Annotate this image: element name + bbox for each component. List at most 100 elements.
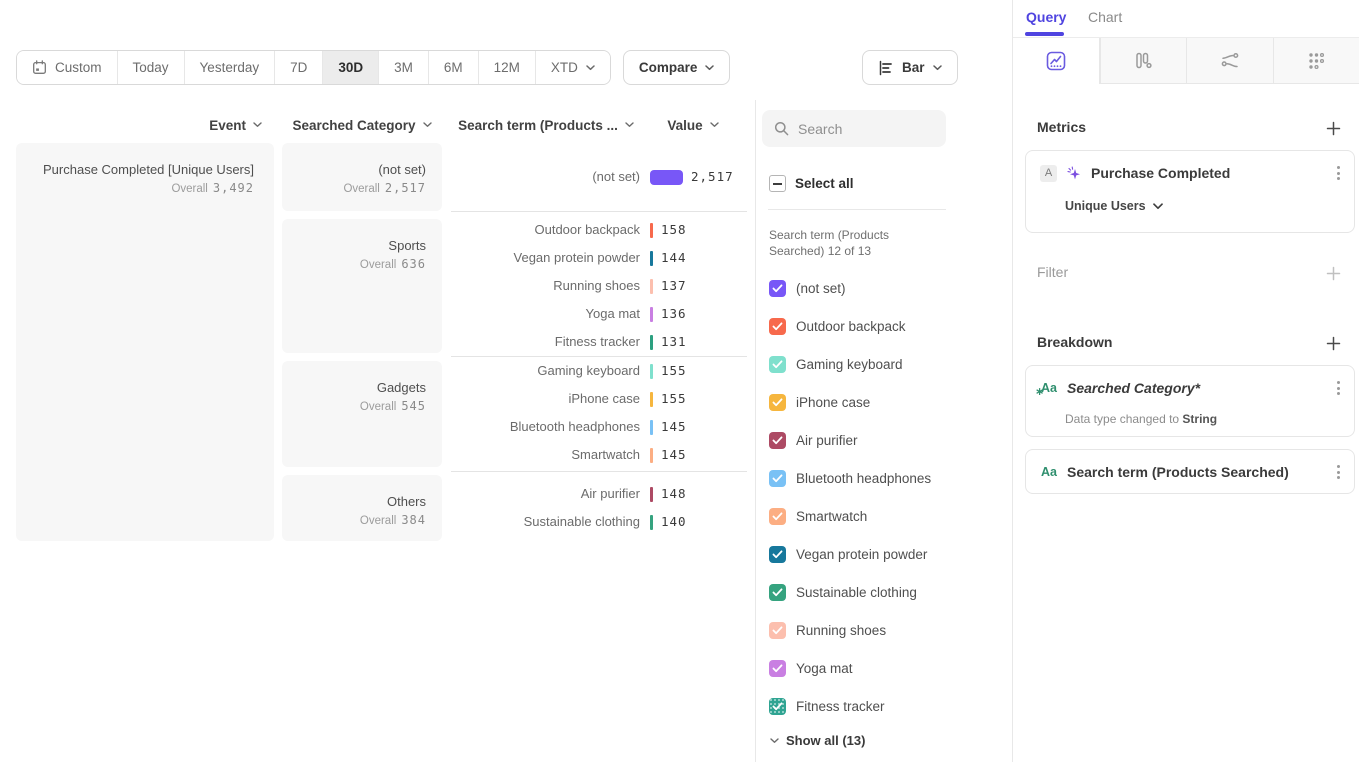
date-range-6m[interactable]: 6M (429, 51, 479, 84)
event-card[interactable]: Purchase Completed [Unique Users] Overal… (16, 143, 274, 541)
legend-item-checkbox[interactable]: Bluetooth headphones (769, 470, 931, 487)
breakdown-menu-button[interactable] (1335, 379, 1342, 397)
legend-item-checkbox[interactable]: Vegan protein powder (769, 546, 927, 563)
date-range-today[interactable]: Today (118, 51, 185, 84)
tab-query[interactable]: Query (1026, 9, 1066, 25)
tab-retention[interactable] (1273, 38, 1359, 84)
breakdown-card-search-term[interactable]: Aa Search term (Products Searched) (1025, 449, 1355, 494)
date-range-12m[interactable]: 12M (479, 51, 536, 84)
add-metric-button[interactable] (1324, 119, 1342, 137)
legend-item-label: Vegan protein powder (796, 547, 927, 562)
chart-type-dropdown[interactable]: Bar (862, 50, 958, 85)
breakdown-card-searched-category[interactable]: Aa∗ Searched Category* Data type changed… (1025, 365, 1355, 437)
column-header-search-term-label: Search term (Products ... (458, 118, 618, 133)
show-all-button[interactable]: Show all (13) (770, 733, 865, 748)
date-range-30d[interactable]: 30D (323, 51, 379, 84)
column-header-value[interactable]: Value (652, 116, 734, 134)
category-card[interactable]: OthersOverall384 (282, 475, 442, 541)
tab-insights[interactable] (1013, 38, 1100, 84)
value-number: 145 (661, 419, 687, 435)
checkbox-icon (769, 280, 786, 297)
value-bar[interactable] (650, 251, 653, 266)
chevron-down-icon (933, 65, 942, 71)
add-breakdown-button[interactable] (1324, 334, 1342, 352)
legend-item-label: Yoga mat (796, 661, 853, 676)
legend-item-checkbox[interactable]: (not set) (769, 280, 846, 297)
compare-button[interactable]: Compare (623, 50, 731, 85)
breakdown-heading: Breakdown (1037, 334, 1112, 350)
checkbox-icon (769, 698, 786, 715)
value-bar[interactable] (650, 420, 653, 435)
checkbox-icon (769, 584, 786, 601)
legend-item-checkbox[interactable]: Gaming keyboard (769, 356, 903, 373)
search-term-label: Air purifier (450, 485, 640, 503)
filter-heading: Filter (1037, 264, 1068, 280)
column-header-category[interactable]: Searched Category (282, 116, 442, 134)
value-bar[interactable] (650, 279, 653, 294)
breakdown-menu-button[interactable] (1335, 463, 1342, 481)
value-bar[interactable] (650, 515, 653, 530)
plus-icon (1326, 336, 1341, 351)
search-term-label: (not set) (450, 168, 640, 186)
search-term-label: iPhone case (450, 390, 640, 408)
category-card[interactable]: GadgetsOverall545 (282, 361, 442, 467)
date-range-xtd[interactable]: XTD (536, 51, 610, 84)
chevron-down-icon (625, 122, 634, 128)
value-bar[interactable] (650, 364, 653, 379)
value-bar[interactable] (650, 307, 653, 322)
legend-item-checkbox[interactable]: Sustainable clothing (769, 584, 917, 601)
value-bar[interactable] (650, 448, 653, 463)
legend-item-checkbox[interactable]: Smartwatch (769, 508, 867, 525)
date-range-3m[interactable]: 3M (379, 51, 429, 84)
column-header-search-term[interactable]: Search term (Products ... (450, 116, 642, 134)
value-bar[interactable] (650, 335, 653, 350)
value-bar[interactable] (650, 223, 653, 238)
legend-item-label: Fitness tracker (796, 699, 885, 714)
date-range-toolbar: Custom TodayYesterday7D30D 3M 6M 12M XTD Comp… (16, 50, 730, 85)
category-card[interactable]: (not set)Overall2,517 (282, 143, 442, 211)
tab-flows[interactable] (1186, 38, 1273, 84)
measure-label: Unique Users (1065, 199, 1146, 213)
date-range-label: Custom (55, 60, 102, 75)
value-bar[interactable] (650, 392, 653, 407)
legend-item-label: Air purifier (796, 433, 858, 448)
date-range-label: 3M (394, 60, 413, 75)
category-name: Others (292, 493, 426, 511)
checkbox-icon (769, 470, 786, 487)
metric-letter-badge: A (1040, 165, 1057, 182)
insights-icon (1045, 50, 1067, 72)
legend-item-checkbox[interactable]: Running shoes (769, 622, 886, 639)
value-bar[interactable] (650, 487, 653, 502)
value-number: 136 (661, 306, 687, 322)
legend-item-checkbox[interactable]: Yoga mat (769, 660, 853, 677)
tab-chart[interactable]: Chart (1088, 9, 1122, 25)
string-property-icon: Aa (1040, 465, 1058, 479)
date-range-custom[interactable]: Custom (17, 51, 118, 84)
add-filter-button[interactable] (1324, 264, 1342, 282)
breakdown-subtitle: Data type changed to String (1065, 412, 1217, 426)
checkbox-icon (769, 546, 786, 563)
legend-item-checkbox[interactable]: Air purifier (769, 432, 858, 449)
column-header-event[interactable]: Event (16, 116, 262, 134)
measure-dropdown[interactable]: Unique Users (1065, 199, 1163, 213)
legend-item-checkbox[interactable]: Outdoor backpack (769, 318, 906, 335)
legend-search (762, 110, 946, 147)
date-range-label: XTD (551, 60, 578, 75)
legend-item-checkbox[interactable]: Fitness tracker (769, 698, 885, 715)
date-range-7d[interactable]: 7D (275, 51, 323, 84)
select-all-checkbox[interactable]: Select all (769, 175, 854, 192)
metric-card[interactable]: A Purchase Completed Unique Users (1025, 150, 1355, 233)
chevron-down-icon (710, 122, 719, 128)
tab-funnels[interactable] (1100, 38, 1187, 84)
date-range-yesterday[interactable]: Yesterday (185, 51, 276, 84)
date-range-label: 12M (494, 60, 520, 75)
search-input[interactable] (798, 121, 928, 137)
metric-menu-button[interactable] (1335, 164, 1342, 182)
search-term-label: Sustainable clothing (450, 513, 640, 531)
category-card[interactable]: SportsOverall636 (282, 219, 442, 353)
value-bar[interactable] (650, 170, 683, 185)
checkbox-icon (769, 622, 786, 639)
search-term-label: Vegan protein powder (450, 249, 640, 267)
select-all-label: Select all (795, 176, 854, 191)
legend-item-checkbox[interactable]: iPhone case (769, 394, 870, 411)
